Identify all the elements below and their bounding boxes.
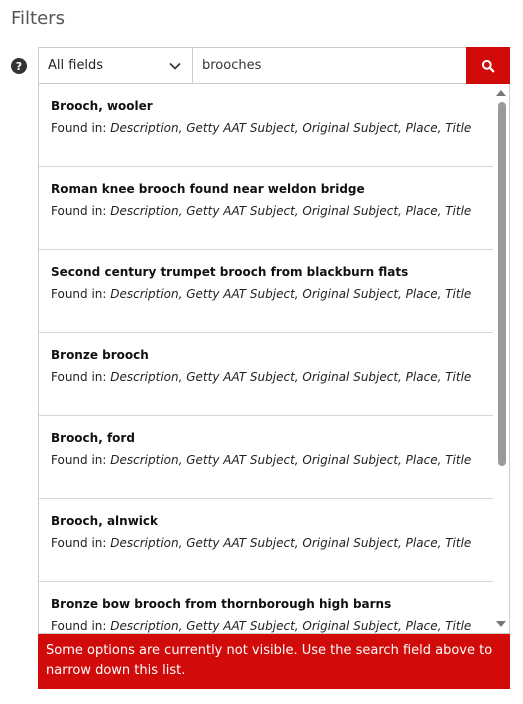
found-in-fields: Description, Getty AAT Subject, Original… bbox=[110, 536, 472, 550]
found-in-fields: Description, Getty AAT Subject, Original… bbox=[110, 204, 472, 218]
filters-title: Filters bbox=[11, 8, 65, 29]
result-item[interactable]: Brooch, alnwick Found in: Description, G… bbox=[39, 499, 495, 582]
result-found-in: Found in: Description, Getty AAT Subject… bbox=[51, 118, 483, 138]
result-found-in: Found in: Description, Getty AAT Subject… bbox=[51, 367, 483, 387]
result-title: Second century trumpet brooch from black… bbox=[51, 265, 409, 279]
found-in-fields: Description, Getty AAT Subject, Original… bbox=[110, 121, 472, 135]
result-title: Bronze bow brooch from thornborough high… bbox=[51, 597, 392, 611]
search-icon bbox=[481, 59, 495, 72]
search-input[interactable] bbox=[193, 48, 466, 83]
scrollbar[interactable] bbox=[493, 84, 509, 633]
result-item[interactable]: Roman knee brooch found near weldon brid… bbox=[39, 167, 495, 250]
result-found-in: Found in: Description, Getty AAT Subject… bbox=[51, 201, 483, 221]
result-item[interactable]: Bronze bow brooch from thornborough high… bbox=[39, 582, 495, 633]
result-found-in: Found in: Description, Getty AAT Subject… bbox=[51, 616, 483, 633]
field-select-value: All fields bbox=[48, 58, 104, 73]
found-in-label: Found in: bbox=[51, 536, 111, 550]
found-in-fields: Description, Getty AAT Subject, Original… bbox=[110, 619, 472, 633]
scroll-down-arrow-icon[interactable] bbox=[496, 621, 506, 627]
found-in-label: Found in: bbox=[51, 619, 111, 633]
found-in-fields: Description, Getty AAT Subject, Original… bbox=[110, 287, 472, 301]
result-found-in: Found in: Description, Getty AAT Subject… bbox=[51, 284, 483, 304]
found-in-label: Found in: bbox=[51, 287, 111, 301]
result-found-in: Found in: Description, Getty AAT Subject… bbox=[51, 450, 483, 470]
search-button[interactable] bbox=[466, 47, 510, 84]
result-item[interactable]: Brooch, wooler Found in: Description, Ge… bbox=[39, 84, 495, 167]
results-panel: Brooch, wooler Found in: Description, Ge… bbox=[38, 84, 510, 634]
found-in-label: Found in: bbox=[51, 204, 111, 218]
result-title: Brooch, ford bbox=[51, 431, 135, 445]
result-item[interactable]: Second century trumpet brooch from black… bbox=[39, 250, 495, 333]
chevron-down-icon bbox=[169, 62, 181, 70]
scrollbar-thumb[interactable] bbox=[498, 102, 506, 466]
result-title: Brooch, wooler bbox=[51, 99, 153, 113]
search-bar: All fields bbox=[38, 47, 510, 84]
results-list: Brooch, wooler Found in: Description, Ge… bbox=[39, 84, 495, 633]
result-item[interactable]: Bronze brooch Found in: Description, Get… bbox=[39, 333, 495, 416]
result-title: Roman knee brooch found near weldon brid… bbox=[51, 182, 365, 196]
found-in-label: Found in: bbox=[51, 453, 111, 467]
result-found-in: Found in: Description, Getty AAT Subject… bbox=[51, 533, 483, 553]
hidden-options-notice: Some options are currently not visible. … bbox=[38, 634, 510, 689]
field-select[interactable]: All fields bbox=[39, 48, 193, 83]
found-in-fields: Description, Getty AAT Subject, Original… bbox=[110, 370, 472, 384]
found-in-label: Found in: bbox=[51, 370, 111, 384]
found-in-label: Found in: bbox=[51, 121, 111, 135]
result-item[interactable]: Brooch, ford Found in: Description, Gett… bbox=[39, 416, 495, 499]
result-title: Brooch, alnwick bbox=[51, 514, 158, 528]
scroll-up-arrow-icon[interactable] bbox=[496, 90, 506, 96]
help-icon[interactable]: ? bbox=[11, 58, 27, 74]
result-title: Bronze brooch bbox=[51, 348, 149, 362]
found-in-fields: Description, Getty AAT Subject, Original… bbox=[110, 453, 472, 467]
